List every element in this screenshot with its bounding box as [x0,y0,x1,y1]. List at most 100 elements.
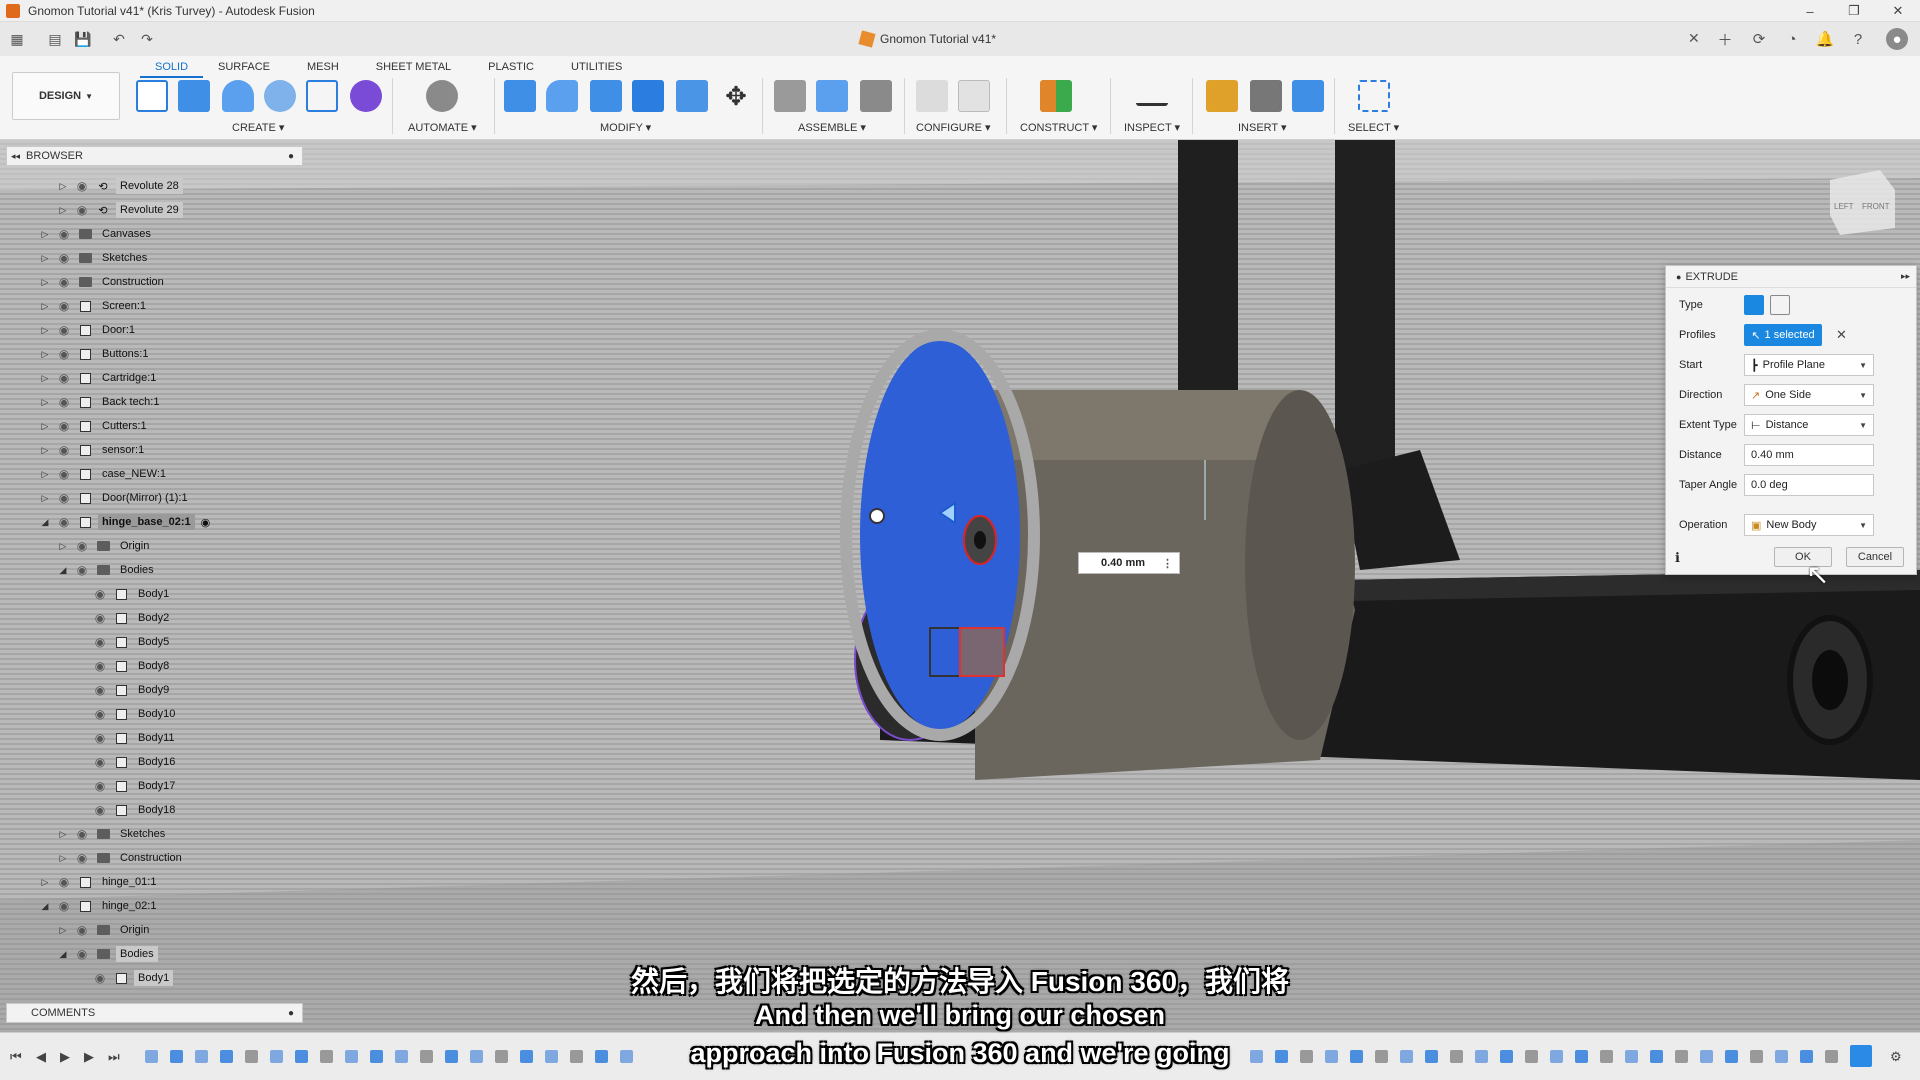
eye-icon[interactable]: ◉ [74,179,90,193]
tree-item[interactable]: ▷ ◉ Canvases [38,224,155,244]
browser-header[interactable]: ◂◂ BROWSER ● [6,146,303,166]
eye-icon[interactable]: ◉ [56,371,72,385]
eye-icon[interactable]: ◉ [56,491,72,505]
tree-item[interactable]: ◉ Body11 [88,728,179,748]
tree-item[interactable]: ◉ Body9 [88,680,173,700]
collapse-icon[interactable]: ◢ [38,515,52,529]
tree-item[interactable]: ◉ Body5 [88,632,173,652]
eye-icon[interactable]: ◉ [56,395,72,409]
tree-item[interactable]: ▷ ◉ Cartridge:1 [38,368,160,388]
modify-menu[interactable]: MODIFY ▾ [600,121,651,134]
tree-item[interactable]: ◉ Body16 [88,752,179,772]
tree-item[interactable]: ▷ ◉ Door(Mirror) (1):1 [38,488,192,508]
configure-menu[interactable]: CONFIGURE ▾ [916,121,991,134]
activate-radio-icon[interactable]: ◉ [201,516,211,529]
expand-icon[interactable]: ▷ [38,347,52,361]
measure-icon[interactable] [1136,92,1168,106]
insert-menu[interactable]: INSERT ▾ [1238,121,1287,134]
file-menu-icon[interactable]: ▤ [44,28,66,50]
taper-angle-input[interactable]: 0.0 deg [1744,474,1874,496]
eye-icon[interactable]: ◉ [92,587,108,601]
viewcube-left-label[interactable]: LEFT [1834,202,1854,211]
tree-item[interactable]: ▷ ◉ case_NEW:1 [38,464,170,484]
eye-icon[interactable]: ◉ [74,851,90,865]
table-icon[interactable] [958,80,990,112]
tree-item[interactable]: ◉ Body2 [88,608,173,628]
eye-icon[interactable]: ◉ [56,227,72,241]
tree-item[interactable]: ◉ Body17 [88,776,179,796]
close-tab-icon[interactable]: ✕ [1688,30,1700,47]
eye-icon[interactable]: ◉ [56,875,72,889]
app-grid-icon[interactable]: ▦ [6,28,28,50]
help-icon[interactable]: ? [1847,28,1869,50]
start-select[interactable]: ┣ Profile Plane ▼ [1744,354,1874,376]
automate-icon[interactable] [426,80,458,112]
create-sketch-icon[interactable] [136,80,168,112]
minimize-icon[interactable]: – [1788,0,1832,22]
press-pull-icon[interactable] [504,80,536,112]
select-menu[interactable]: SELECT ▾ [1348,121,1399,134]
tree-item[interactable]: ◉ Body10 [88,704,179,724]
eye-icon[interactable]: ◉ [92,683,108,697]
configure-icon[interactable] [916,80,948,112]
expand-icon[interactable]: ▷ [38,395,52,409]
move-icon[interactable]: ✥ [720,80,752,112]
eye-icon[interactable]: ◉ [92,635,108,649]
eye-icon[interactable]: ◉ [56,443,72,457]
automate-menu[interactable]: AUTOMATE ▾ [408,121,477,134]
eye-icon[interactable]: ◉ [74,923,90,937]
expand-dialog-icon[interactable]: ▸▸ [1901,271,1910,282]
collapse-icon[interactable]: ◢ [38,899,52,913]
maximize-icon[interactable]: ❐ [1832,0,1876,22]
eye-icon[interactable]: ◉ [92,611,108,625]
inspect-menu[interactable]: INSPECT ▾ [1124,121,1180,134]
select-window-icon[interactable] [1358,80,1390,112]
eye-icon[interactable]: ◉ [74,827,90,841]
tree-item[interactable]: ◢ ◉ hinge_02:1 [38,896,160,916]
expand-icon[interactable]: ▷ [38,875,52,889]
operation-select[interactable]: ▣ New Body ▼ [1744,514,1874,536]
fillet-icon[interactable] [546,80,578,112]
eye-icon[interactable]: ◉ [56,515,72,529]
tree-item[interactable]: ▷ ◉ Cutters:1 [38,416,151,436]
type-solid-icon[interactable] [1744,295,1764,315]
as-built-joint-icon[interactable] [860,80,892,112]
eye-icon[interactable]: ◉ [92,659,108,673]
expand-icon[interactable]: ▷ [38,443,52,457]
hole-icon[interactable] [264,80,296,112]
insert-mesh-icon[interactable] [1250,80,1282,112]
tree-item[interactable]: ◉ Body18 [88,800,179,820]
collapse-icon[interactable]: ◢ [56,563,70,577]
chamfer-icon[interactable] [590,80,622,112]
form-icon[interactable] [350,80,382,112]
eye-icon[interactable]: ◉ [56,419,72,433]
more-options-icon[interactable]: ⋮ [1162,557,1173,570]
document-tab[interactable]: Gnomon Tutorial v41* [858,22,996,56]
eye-icon[interactable]: ◉ [56,899,72,913]
eye-icon[interactable]: ◉ [74,947,90,961]
tree-item[interactable]: ▷ ◉ Construction [38,272,168,292]
tree-item[interactable]: ▷ ◉ Origin [56,920,153,940]
expand-icon[interactable]: ▷ [38,467,52,481]
eye-icon[interactable]: ◉ [92,803,108,817]
tree-item[interactable]: ▷ ◉ sensor:1 [38,440,148,460]
clear-selection-icon[interactable]: ✕ [1836,327,1847,343]
collapse-dialog-icon[interactable]: ● [1676,272,1681,282]
expand-icon[interactable]: ▷ [38,371,52,385]
tree-item[interactable]: ▷ ◉ Sketches [38,248,151,268]
extensions-icon[interactable]: ⟳ [1748,28,1770,50]
tree-item[interactable]: ▷ ◉ Buttons:1 [38,344,152,364]
design-workspace-button[interactable]: DESIGN ▼ [12,72,120,120]
expand-icon[interactable]: ▷ [38,275,52,289]
tree-item[interactable]: ▷ ◉ hinge_01:1 [38,872,160,892]
cancel-button[interactable]: Cancel [1846,547,1904,567]
tab-solid[interactable]: SOLID [140,58,204,78]
new-component-icon[interactable] [774,80,806,112]
info-icon[interactable]: ℹ [1675,550,1680,566]
distance-manipulator-input[interactable]: 0.40 mm ⋮ [1078,552,1180,574]
tree-item[interactable]: ▷ ◉ Origin [56,536,153,556]
notifications-icon[interactable]: 🔔 [1814,28,1836,50]
extrude-dialog-header[interactable]: ● EXTRUDE ▸▸ [1666,266,1916,288]
collapse-icon[interactable]: ◢ [56,947,70,961]
undo-icon[interactable]: ↶ [108,28,130,50]
